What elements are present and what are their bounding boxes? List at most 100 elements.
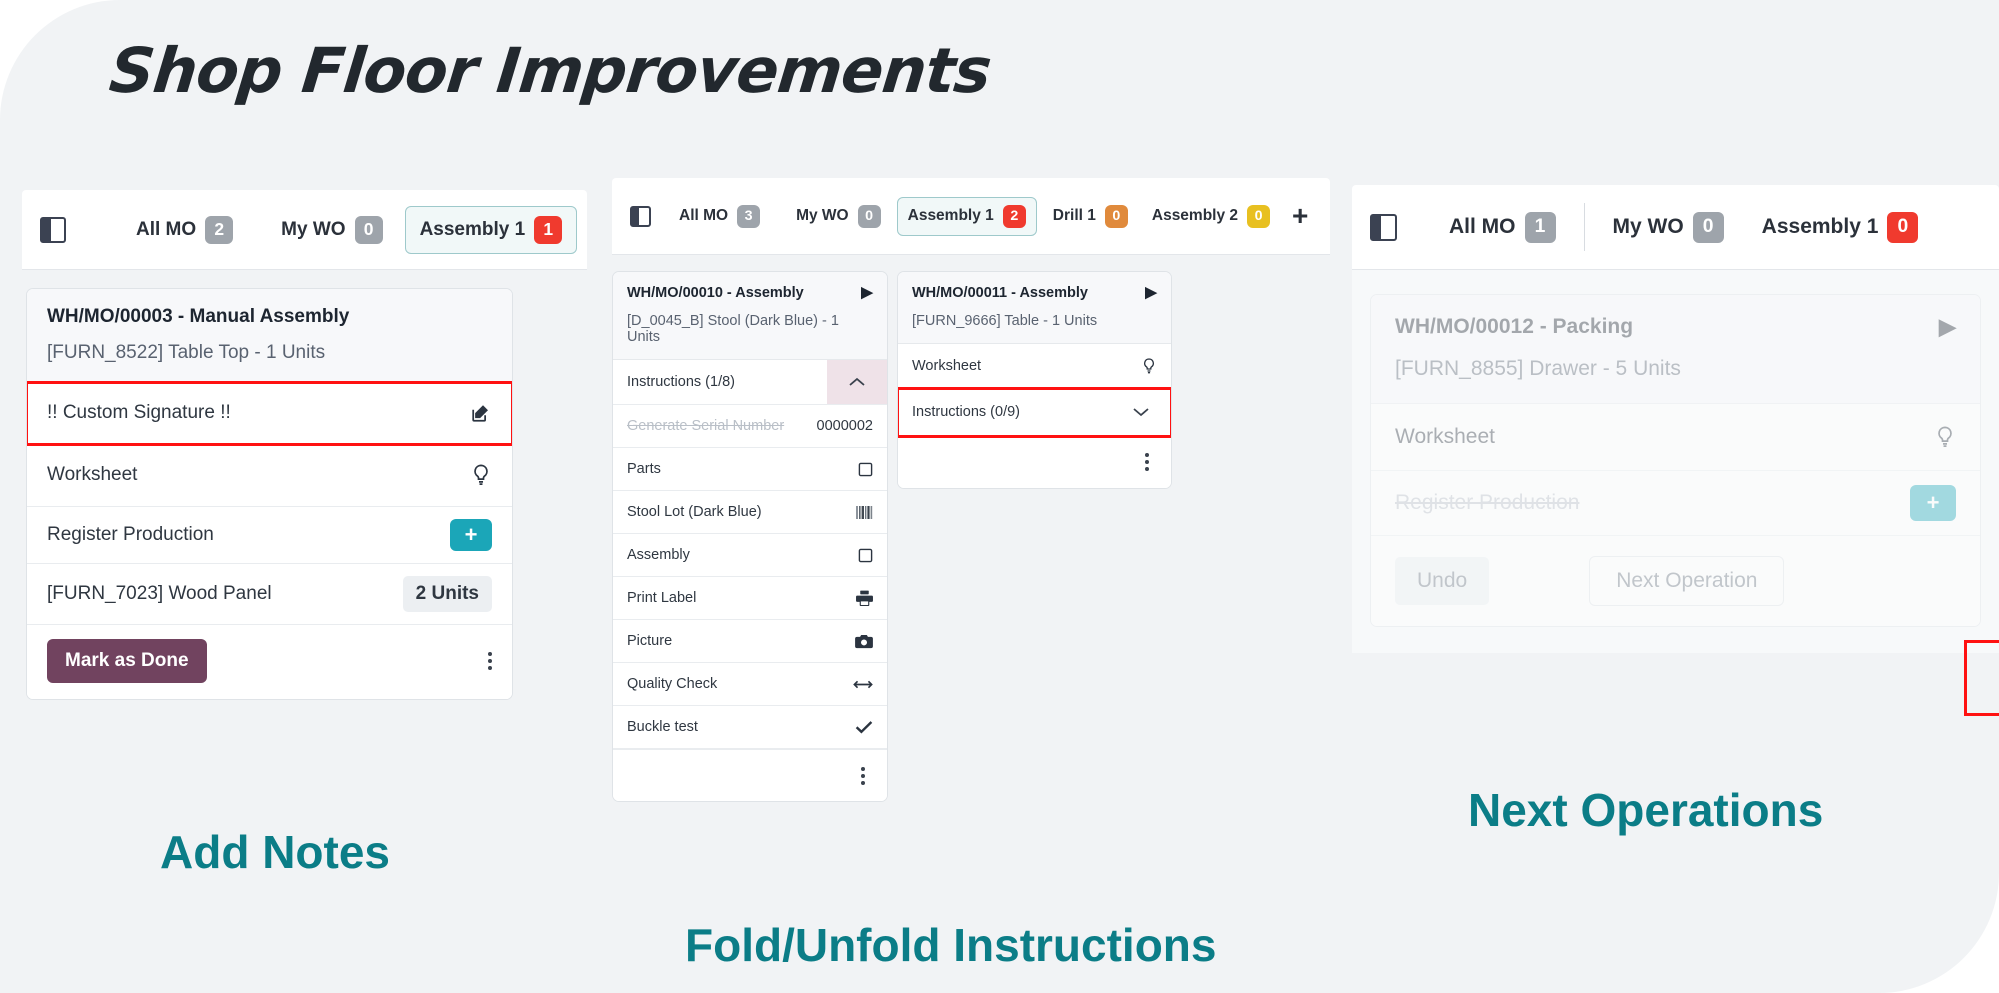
tab-label: Assembly 1	[907, 207, 994, 224]
instruction-row-stool-lot[interactable]: Stool Lot (Dark Blue)	[613, 491, 887, 534]
sidebar-toggle-icon[interactable]	[40, 216, 66, 243]
card-a-footer	[613, 749, 887, 801]
kebab-icon[interactable]	[1145, 453, 1149, 471]
card-title: WH/MO/00010 - Assembly	[627, 285, 804, 301]
tab-badge: 0	[1247, 204, 1271, 228]
register-production-plus-button[interactable]: +	[450, 519, 492, 551]
tab-drill-1[interactable]: Drill 1 0	[1043, 198, 1138, 235]
camera-icon[interactable]	[855, 634, 873, 649]
mo-card-00011: WH/MO/00011 - Assembly ▶ [FURN_9666] Tab…	[897, 271, 1172, 489]
arrows-horizontal-icon[interactable]	[853, 678, 873, 691]
card-header: WH/MO/00010 - Assembly ▶ [D_0045_B] Stoo…	[613, 272, 887, 360]
row-wood-panel[interactable]: [FURN_7023] Wood Panel 2 Units	[27, 564, 512, 625]
tab-badge: 0	[1887, 211, 1919, 243]
tab-label: My WO	[796, 207, 849, 224]
tab-label: All MO	[136, 218, 197, 240]
tab-badge: 1	[534, 215, 563, 244]
row-worksheet[interactable]: Worksheet	[27, 444, 512, 507]
accordion-instructions-1-8[interactable]: Instructions (1/8)	[613, 360, 887, 405]
play-icon[interactable]: ▶	[861, 285, 873, 300]
tab-my-wo[interactable]: My WO 0	[1599, 203, 1738, 252]
units-pill: 2 Units	[402, 576, 492, 612]
chevron-down-icon[interactable]	[1111, 389, 1171, 435]
tab-label: All MO	[679, 207, 729, 224]
card-subtitle: [FURN_9666] Table - 1 Units	[912, 313, 1098, 329]
mo-card-00010: WH/MO/00010 - Assembly ▶ [D_0045_B] Stoo…	[612, 271, 888, 802]
tab-label: My WO	[281, 218, 346, 240]
register-production-plus-button[interactable]: +	[1910, 485, 1956, 521]
panel-middle: All MO 3 My WO 0 Assembly 1 2 Drill 1 0 …	[612, 178, 1330, 993]
instruction-row-buckle-test[interactable]: Buckle test	[613, 706, 887, 749]
page-title: Shop Floor Improvements	[106, 34, 995, 107]
panel-right: All MO 1 My WO 0 Assembly 1 0 WH/MO/0001…	[1352, 185, 1999, 716]
row-custom-signature[interactable]: !! Custom Signature !!	[27, 381, 512, 446]
checkbox-icon[interactable]	[858, 548, 873, 563]
tab-label: Assembly 2	[1151, 207, 1239, 224]
card-subtitle: [FURN_8522] Table Top - 1 Units	[47, 342, 326, 363]
next-operation-button[interactable]: Next Operation	[1589, 556, 1785, 606]
card-footer: Mark as Done	[27, 625, 512, 699]
instruction-row-parts[interactable]: Parts	[613, 448, 887, 491]
card-subtitle: [FURN_8855] Drawer - 5 Units	[1395, 357, 1681, 380]
chevron-up-icon[interactable]	[827, 360, 887, 404]
accordion-instructions-0-9[interactable]: Instructions (0/9)	[898, 387, 1171, 438]
row-worksheet[interactable]: Worksheet	[1371, 404, 1980, 471]
instruction-row-assembly[interactable]: Assembly	[613, 534, 887, 577]
accordion-label: Instructions (0/9)	[912, 404, 1020, 420]
play-icon[interactable]: ▶	[1939, 315, 1956, 338]
lightbulb-icon[interactable]	[1934, 424, 1956, 450]
kebab-icon[interactable]	[861, 766, 865, 785]
tab-my-wo[interactable]: My WO 0	[786, 198, 891, 235]
tab-badge: 0	[1104, 204, 1128, 228]
row-label: Register Production	[47, 524, 214, 545]
tab-all-mo[interactable]: All MO 1	[1435, 203, 1570, 252]
card-header: WH/MO/00011 - Assembly ▶ [FURN_9666] Tab…	[898, 272, 1171, 344]
instruction-row-picture[interactable]: Picture	[613, 620, 887, 663]
caption-add-notes: Add Notes	[160, 826, 390, 878]
panel-left: All MO 2 My WO 0 Assembly 1 1 WH/MO/0000…	[22, 190, 587, 700]
tab-label: Assembly 1	[419, 218, 526, 240]
instruction-row-quality-check[interactable]: Quality Check	[613, 663, 887, 706]
kebab-icon[interactable]	[488, 652, 492, 670]
tab-assembly-2[interactable]: Assembly 2 0	[1142, 198, 1280, 235]
row-label: Worksheet	[47, 464, 138, 485]
checkbox-icon[interactable]	[858, 462, 873, 477]
card-title: WH/MO/00011 - Assembly	[912, 285, 1088, 301]
lightbulb-icon[interactable]	[470, 463, 492, 487]
row-worksheet[interactable]: Worksheet	[898, 344, 1171, 389]
tabbar-divider	[1583, 203, 1585, 251]
mark-as-done-button[interactable]: Mark as Done	[47, 639, 207, 683]
middle-cards-container: WH/MO/00010 - Assembly ▶ [D_0045_B] Stoo…	[612, 271, 1330, 802]
tab-my-wo[interactable]: My WO 0	[267, 207, 396, 253]
panel-right-tabbar: All MO 1 My WO 0 Assembly 1 0	[1352, 185, 1999, 270]
row-register-production[interactable]: Register Production +	[1371, 471, 1980, 536]
tab-assembly-1[interactable]: Assembly 1 1	[404, 205, 578, 254]
row-label: Picture	[627, 633, 673, 649]
card-header: WH/MO/00012 - Packing ▶ [FURN_8855] Draw…	[1371, 295, 1980, 404]
row-register-production[interactable]: Register Production +	[27, 507, 512, 564]
barcode-icon[interactable]	[856, 505, 873, 520]
sidebar-toggle-icon[interactable]	[1370, 213, 1397, 241]
card-title-row: WH/MO/00012 - Packing ▶	[1395, 315, 1956, 339]
tab-assembly-1[interactable]: Assembly 1 0	[1748, 203, 1933, 252]
caption-fold-unfold: Fold/Unfold Instructions	[685, 919, 1217, 971]
tab-all-mo[interactable]: All MO 3	[669, 198, 770, 235]
tab-assembly-1[interactable]: Assembly 1 2	[896, 196, 1037, 236]
instruction-row-generate-serial[interactable]: Generate Serial Number 0000002	[613, 405, 887, 448]
sidebar-toggle-icon[interactable]	[630, 205, 651, 227]
row-label: Worksheet	[1395, 425, 1495, 448]
row-label: Quality Check	[627, 676, 718, 692]
mo-card-00003: WH/MO/00003 - Manual Assembly [FURN_8522…	[26, 288, 513, 700]
instruction-row-print-label[interactable]: Print Label	[613, 577, 887, 620]
printer-icon[interactable]	[856, 590, 873, 606]
add-tab-button[interactable]: +	[1280, 202, 1320, 230]
play-icon[interactable]: ▶	[1145, 285, 1157, 300]
edit-square-icon[interactable]	[470, 402, 492, 424]
card-title: WH/MO/00012 - Packing	[1395, 315, 1634, 338]
lightbulb-icon[interactable]	[1141, 357, 1157, 375]
check-icon[interactable]	[855, 720, 873, 734]
undo-button[interactable]: Undo	[1395, 557, 1490, 605]
row-label: Stool Lot (Dark Blue)	[627, 504, 762, 520]
tab-all-mo[interactable]: All MO 2	[122, 207, 247, 253]
row-label: Worksheet	[912, 358, 982, 374]
